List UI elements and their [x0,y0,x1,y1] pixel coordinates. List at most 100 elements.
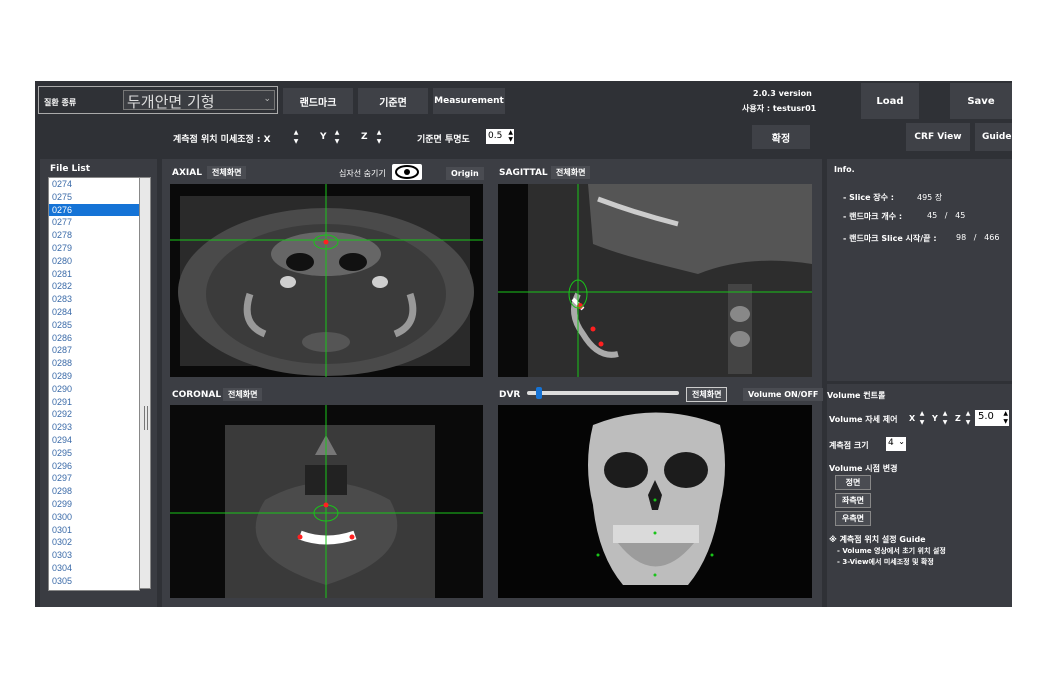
reference-plane-button[interactable]: 기준면 [358,88,428,114]
left-view-button[interactable]: 좌측면 [835,493,871,508]
axial-fullscreen-button[interactable]: 전체화면 [207,166,247,179]
pose-z-label: Z [955,414,961,423]
crf-view-button[interactable]: CRF View [906,123,970,151]
version-text: 2.0.3 version [753,89,812,98]
info-title: Info. [834,165,855,174]
category-value: 두개안면 기형 [127,93,215,111]
eye-icon[interactable] [392,164,422,180]
file-list-title: File List [50,164,91,174]
file-list-item[interactable]: 0295 [49,447,139,460]
dvr-view[interactable] [498,405,812,598]
sagittal-fullscreen-button[interactable]: 전체화면 [551,166,591,179]
dvr-slider[interactable] [527,387,679,401]
file-list-item[interactable]: 0296 [49,460,139,473]
file-list-item[interactable]: 0286 [49,332,139,345]
file-list-item[interactable]: 0275 [49,191,139,204]
save-button[interactable]: Save [950,83,1012,119]
volume-control-title: Volume 컨트롤 [827,391,886,400]
file-list-item[interactable]: 0298 [49,485,139,498]
chevron-down-icon: ⌄ [898,437,905,446]
pose-step-input[interactable]: 5.0 ▲ ▼ [975,410,1009,426]
file-list-item[interactable]: 0293 [49,421,139,434]
user-text: 사용자 : testusr01 [742,104,817,113]
file-list-item[interactable]: 0284 [49,306,139,319]
file-list-item[interactable]: 0301 [49,524,139,537]
coronal-fullscreen-button[interactable]: 전체화면 [223,388,263,401]
pose-z-stepper[interactable]: ▲ ▼ [962,409,974,427]
app-window: 질환 종류 두개안면 기형 ⌄ 랜드마크 기준면 Measurement 2.0… [35,81,1012,607]
pose-y-stepper[interactable]: ▲ ▼ [939,409,951,427]
file-list-item[interactable]: 0297 [49,472,139,485]
volume-toggle-button[interactable]: Volume ON/OFF [743,388,824,401]
opacity-label: 기준면 투명도 [417,135,470,145]
file-list-item[interactable]: 0289 [49,370,139,383]
point-size-select[interactable]: 4 ⌄ [886,437,906,451]
stepper-arrows-icon: ▲ ▼ [508,129,513,143]
load-button[interactable]: Load [861,83,919,119]
sagittal-view[interactable] [498,184,812,377]
right-view-button[interactable]: 우측면 [835,511,871,526]
coronal-view[interactable] [170,405,483,598]
file-list-item[interactable]: 0279 [49,242,139,255]
origin-button[interactable]: Origin [446,167,484,180]
pose-step-value: 5.0 [978,411,994,422]
file-list-item[interactable]: 0285 [49,319,139,332]
measurement-button[interactable]: Measurement [433,88,505,114]
file-list-item[interactable]: 0288 [49,357,139,370]
guide-button[interactable]: Guide [975,123,1012,151]
guide-line-2: - 3-View에서 미세조정 및 확정 [837,558,934,566]
y-label: Y [320,132,327,142]
front-view-button[interactable]: 정면 [835,475,871,490]
category-select[interactable]: 두개안면 기형 ⌄ [123,90,275,111]
point-size-value: 4 [888,438,894,448]
stepper-arrows-icon: ▲ ▼ [1003,410,1008,425]
landmark-button[interactable]: 랜드마크 [283,88,353,114]
guide-line-1: - Volume 영상에서 초기 위치 설정 [837,547,946,555]
pose-y-label: Y [932,414,938,423]
file-list-item[interactable]: 0281 [49,268,139,281]
axial-view[interactable] [170,184,483,377]
file-list-item[interactable]: 0277 [49,216,139,229]
file-list-scrollbar[interactable] [139,177,151,589]
file-list-item[interactable]: 0274 [49,178,139,191]
adjust-bar: 계측점 위치 미세조정 : X ▲ ▼ Y ▲ ▼ Z ▲ ▼ 기준면 투명도 0.5… [163,121,823,155]
file-list-item[interactable]: 0292 [49,408,139,421]
point-size-label: 계측점 크기 [829,441,869,450]
file-list-item[interactable]: 0299 [49,498,139,511]
confirm-button[interactable]: 확정 [752,125,810,149]
file-list-item[interactable]: 0280 [49,255,139,268]
file-list-item[interactable]: 0283 [49,293,139,306]
z-stepper[interactable]: ▲ ▼ [373,128,385,146]
y-stepper[interactable]: ▲ ▼ [331,128,343,146]
file-list-item[interactable]: 0278 [49,229,139,242]
file-list-item[interactable]: 0304 [49,562,139,575]
file-list-item[interactable]: 0305 [49,575,139,588]
file-list-item[interactable]: 0300 [49,511,139,524]
file-list-item[interactable]: 0276 [49,203,139,217]
opacity-input[interactable]: 0.5 ▲ ▼ [486,129,514,144]
dvr-title: DVR [499,390,521,400]
file-list-item[interactable]: 0294 [49,434,139,447]
volume-pose-label: Volume 자세 제어 [829,415,898,424]
file-list-item[interactable]: 0303 [49,549,139,562]
file-list[interactable]: 0274 0275 0276 0277 0278 0279 0280 0281 0282 0283… [48,177,140,591]
coronal-title: CORONAL [172,390,222,400]
scrollbar-grip[interactable] [144,406,148,430]
slider-thumb[interactable] [535,387,542,399]
file-list-item[interactable]: 0287 [49,344,139,357]
pose-x-stepper[interactable]: ▲ ▼ [916,409,928,427]
crosshair-toggle-label: 십자선 숨기기 [339,169,386,178]
file-list-item[interactable]: 0290 [49,383,139,396]
landmark-count-label: - 랜드마크 개수 : [843,212,903,221]
slice-range-label: - 랜드마크 Slice 시작/끝 : [843,234,937,243]
slice-count-value: 495 장 [917,193,943,202]
file-list-item[interactable]: 0291 [49,396,139,409]
slice-range-value: 98 / 466 [956,233,1000,242]
file-list-item[interactable]: 0302 [49,536,139,549]
z-label: Z [361,132,368,142]
file-list-item[interactable]: 0282 [49,280,139,293]
fine-adjust-label: 계측점 위치 미세조정 : X [173,135,271,145]
axial-title: AXIAL [172,168,202,178]
dvr-fullscreen-button[interactable]: 전체화면 [686,387,728,402]
x-stepper[interactable]: ▲ ▼ [290,128,302,146]
